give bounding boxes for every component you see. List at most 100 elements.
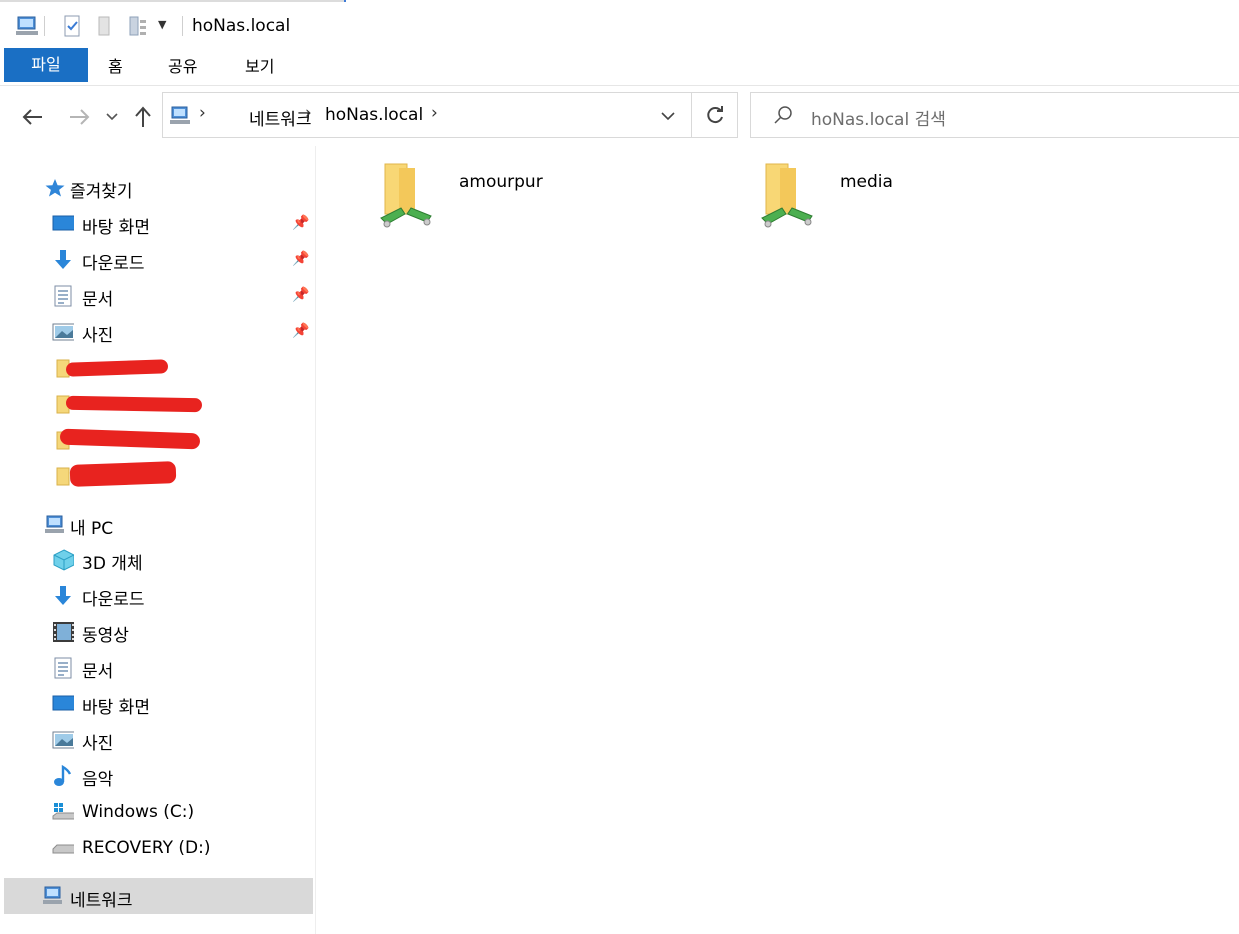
pin-icon[interactable]: 📌	[292, 323, 309, 339]
network-folder-icon	[761, 163, 813, 228]
navigation-pane: 즐겨찾기 바탕 화면 📌 다운로드 📌 문서 📌 사진 📌 내 PC 3D 개체…	[0, 146, 316, 934]
nav-label: 사진	[82, 326, 114, 346]
properties-icon[interactable]	[62, 14, 82, 38]
download-arrow-icon	[55, 586, 71, 605]
ribbon-tabs: 파일 홈 공유 보기	[0, 48, 1239, 86]
navigation-row: › 네트워크 › hoNas.local › hoNas.local 검색	[0, 86, 1239, 146]
window-top-accent	[344, 0, 346, 2]
window-title: hoNas.local	[192, 16, 291, 36]
quick-access-dropdown-icon[interactable]: ▼	[158, 18, 166, 31]
up-arrow-icon[interactable]	[134, 106, 152, 128]
redaction-mark	[69, 461, 177, 487]
nav-item-videos[interactable]: 동영상	[0, 615, 316, 649]
picture-icon	[52, 323, 74, 341]
star-icon	[45, 179, 65, 197]
nav-item-downloads[interactable]: 다운로드 📌	[0, 243, 316, 277]
search-input[interactable]: hoNas.local 검색	[811, 105, 946, 130]
nav-label: 동영상	[82, 626, 129, 646]
tab-view[interactable]: 보기	[245, 48, 274, 82]
window-top-edge	[0, 0, 344, 2]
nav-label: 내 PC	[70, 519, 114, 539]
nav-item-redacted-folder[interactable]	[0, 459, 316, 493]
nav-label: 문서	[82, 662, 114, 682]
breadcrumb-chevron-icon[interactable]: ›	[199, 103, 206, 123]
nav-item-desktop-pc[interactable]: 바탕 화면	[0, 687, 316, 721]
nav-label: 음악	[82, 770, 114, 790]
nav-item-desktop[interactable]: 바탕 화면 📌	[0, 207, 316, 241]
network-folder-icon	[380, 163, 432, 228]
back-arrow-icon[interactable]	[22, 108, 44, 126]
refresh-icon[interactable]	[705, 105, 725, 125]
nav-item-recovery-drive[interactable]: RECOVERY (D:)	[0, 832, 316, 866]
nav-label: 문서	[82, 290, 114, 310]
breadcrumb-chevron-icon[interactable]: ›	[431, 103, 438, 123]
picture-icon	[52, 731, 74, 749]
share-label: amourpur	[459, 172, 543, 192]
nav-label: 다운로드	[82, 590, 145, 610]
nav-item-redacted-folder[interactable]	[0, 423, 316, 457]
search-icon	[774, 106, 792, 124]
tab-home[interactable]: 홈	[108, 48, 123, 82]
3d-cube-icon	[53, 549, 74, 571]
breadcrumb-honas[interactable]: hoNas.local	[325, 105, 423, 125]
redaction-mark	[59, 428, 201, 450]
nav-label: Windows (C:)	[82, 802, 195, 822]
breadcrumb-chevron-icon[interactable]: ›	[305, 103, 312, 123]
nav-item-redacted-folder[interactable]	[0, 387, 316, 421]
title-bar: ▼ hoNas.local	[0, 0, 1239, 48]
redaction-mark	[65, 359, 169, 377]
network-icon	[43, 886, 62, 904]
windows-drive-icon	[52, 803, 74, 820]
search-box[interactable]: hoNas.local 검색	[750, 92, 1239, 138]
file-view: amourpur media	[317, 146, 1239, 934]
nav-label: 3D 개체	[82, 554, 143, 574]
new-folder-icon[interactable]	[96, 14, 112, 38]
nav-label: 다운로드	[82, 254, 145, 274]
nav-label: 바탕 화면	[82, 698, 150, 718]
pin-icon[interactable]: 📌	[292, 287, 309, 303]
network-share-media[interactable]: media	[758, 158, 1058, 230]
nav-label: 네트워크	[70, 891, 133, 911]
nav-label: 사진	[82, 734, 114, 754]
computer-icon	[45, 515, 64, 533]
nav-item-music[interactable]: 음악	[0, 759, 316, 793]
document-icon	[54, 657, 72, 679]
rename-icon[interactable]	[128, 14, 150, 38]
redaction-mark	[65, 395, 203, 413]
address-divider	[691, 93, 692, 137]
desktop-icon	[52, 215, 74, 231]
nav-quick-access[interactable]: 즐겨찾기	[0, 171, 316, 205]
nav-network[interactable]: 네트워크	[4, 878, 313, 914]
address-dropdown-icon[interactable]	[661, 111, 675, 121]
breadcrumb-network[interactable]: 네트워크	[249, 105, 312, 130]
nav-this-pc[interactable]: 내 PC	[0, 508, 316, 542]
nav-item-pictures-pc[interactable]: 사진	[0, 723, 316, 757]
music-note-icon	[54, 765, 72, 786]
nav-item-documents-pc[interactable]: 문서	[0, 651, 316, 685]
address-bar[interactable]: › 네트워크 › hoNas.local ›	[162, 92, 738, 138]
computer-icon[interactable]	[14, 14, 40, 38]
title-separator	[182, 16, 183, 36]
forward-arrow-icon[interactable]	[68, 108, 90, 126]
tab-share[interactable]: 공유	[168, 48, 197, 82]
nav-label: 즐겨찾기	[70, 182, 133, 202]
nav-item-3d-objects[interactable]: 3D 개체	[0, 543, 316, 577]
video-icon	[53, 622, 74, 642]
nav-item-redacted-folder[interactable]	[0, 351, 316, 385]
nav-item-documents[interactable]: 문서 📌	[0, 279, 316, 313]
pin-icon[interactable]: 📌	[292, 215, 309, 231]
recent-locations-chevron-icon[interactable]	[106, 112, 118, 122]
download-arrow-icon	[55, 250, 71, 269]
nav-item-pictures[interactable]: 사진 📌	[0, 315, 316, 349]
tab-file[interactable]: 파일	[4, 48, 88, 82]
document-icon	[54, 285, 72, 307]
nav-label: RECOVERY (D:)	[82, 838, 211, 858]
share-label: media	[840, 172, 893, 192]
pin-icon[interactable]: 📌	[292, 251, 309, 267]
drive-icon	[52, 844, 74, 854]
network-icon	[170, 106, 190, 124]
nav-item-windows-drive[interactable]: Windows (C:)	[0, 796, 316, 830]
title-separator	[44, 16, 45, 36]
nav-item-downloads-pc[interactable]: 다운로드	[0, 579, 316, 613]
network-share-amourpur[interactable]: amourpur	[377, 158, 677, 230]
